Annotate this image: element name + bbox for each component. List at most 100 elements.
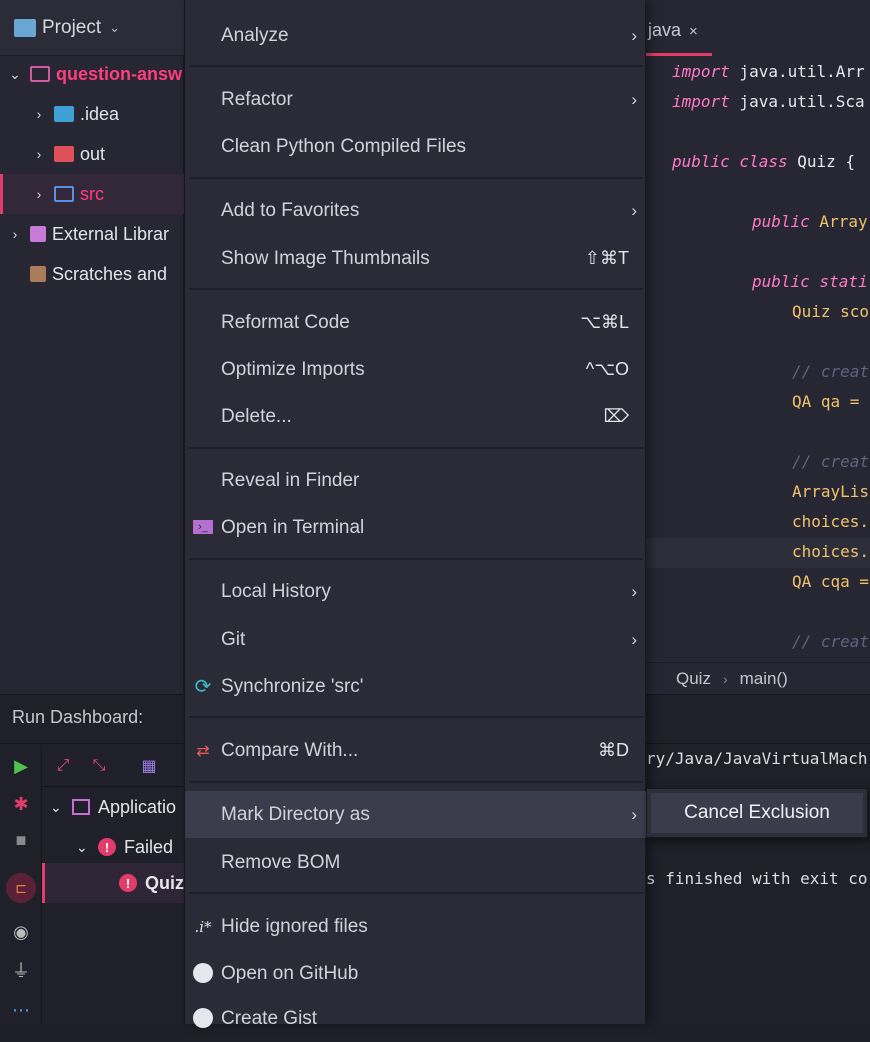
menu-item-local-history[interactable]: Local History › xyxy=(185,568,647,615)
menu-item-delete[interactable]: Delete... ⌦ xyxy=(185,393,647,440)
menu-item-reformat-code[interactable]: Reformat Code ⌥⌘L xyxy=(185,299,647,346)
run-tree-row-selected[interactable]: ! Quiz xyxy=(42,863,184,903)
source-folder-icon xyxy=(54,186,74,202)
code-line: public Array xyxy=(752,212,868,231)
code-editor[interactable]: java × import java.util.Arr import java.u… xyxy=(646,0,870,694)
run-side-toolbar: ▶ ✱ ■ ⊏ ◉ ⏚ ⋯ xyxy=(0,745,42,1025)
chevron-right-icon: › xyxy=(631,89,637,109)
chevron-right-icon: › xyxy=(631,804,637,824)
chevron-down-icon: ⌄ xyxy=(9,65,21,82)
chevron-right-icon: › xyxy=(631,200,637,220)
menu-item-optimize-imports[interactable]: Optimize Imports ^⌥O xyxy=(185,346,647,393)
folder-icon xyxy=(30,66,50,82)
code-line: import java.util.Arr xyxy=(672,62,865,81)
menu-item-open-in-terminal[interactable]: ›_ Open in Terminal xyxy=(185,504,647,551)
sync-icon: ⟳ xyxy=(194,676,212,698)
run-tree-row[interactable]: ⌄ Applicatio xyxy=(50,787,176,827)
editor-tab[interactable]: java × xyxy=(646,10,712,56)
run-icon[interactable]: ▶ xyxy=(10,755,32,777)
menu-item-analyze[interactable]: Analyze › xyxy=(185,12,647,59)
menu-item-create-gist[interactable]: Create Gist xyxy=(185,995,647,1042)
code-line: choices. xyxy=(792,512,870,531)
ignored-files-icon: .i* xyxy=(194,917,212,936)
compare-icon: ⇄ xyxy=(196,742,210,760)
code-comment: // creat xyxy=(792,632,870,651)
menu-item-synchronize[interactable]: ⟳ Synchronize 'src' xyxy=(185,663,647,710)
collapse-icon[interactable]: ⤡ xyxy=(88,755,110,777)
code-line: QA cqa = xyxy=(792,572,870,591)
project-view-selector[interactable]: Project ⌄ xyxy=(0,0,184,56)
chevron-right-icon: › xyxy=(36,106,42,122)
run-dashboard-title: Run Dashboard: xyxy=(12,707,144,727)
chevron-right-icon: › xyxy=(722,670,728,687)
test-tree-icon[interactable]: ⊏ xyxy=(6,873,36,903)
expand-icon[interactable]: ⤢ xyxy=(52,755,74,777)
tree-row-out[interactable]: › out xyxy=(0,134,184,174)
project-panel: Project ⌄ ⌄ question-answ › .idea › out … xyxy=(0,0,184,694)
menu-item-show-image-thumbnails[interactable]: Show Image Thumbnails ⇧⌘T xyxy=(185,235,647,282)
project-view-label: Project xyxy=(42,16,102,38)
shortcut: ⌥⌘L xyxy=(580,312,629,332)
menu-separator xyxy=(189,447,643,449)
menu-item-git[interactable]: Git › xyxy=(185,616,647,663)
debug-icon[interactable]: ✱ xyxy=(10,793,32,815)
menu-separator xyxy=(189,177,643,179)
github-icon xyxy=(193,963,213,983)
code-line: Quiz sco xyxy=(792,302,870,321)
menu-separator xyxy=(189,65,643,67)
code-line: ArrayLis xyxy=(792,482,870,501)
editor-tab-label: java xyxy=(648,20,682,40)
chevron-down-icon: ⌄ xyxy=(50,798,62,815)
menu-item-clean-python[interactable]: Clean Python Compiled Files xyxy=(185,123,647,170)
error-icon: ! xyxy=(119,874,137,892)
tree-row-idea[interactable]: › .idea xyxy=(0,94,184,134)
run-tree-label: Failed xyxy=(124,836,174,857)
tree-row-project-root[interactable]: ⌄ question-answ xyxy=(0,54,184,94)
close-icon[interactable]: × xyxy=(689,23,698,40)
code-line: public stati xyxy=(752,272,868,291)
breadcrumb-item[interactable]: main() xyxy=(740,669,788,689)
plug-icon[interactable]: ⏚ xyxy=(10,959,32,981)
console-line: ry/Java/JavaVirtualMach xyxy=(646,749,868,768)
menu-item-open-on-github[interactable]: Open on GitHub xyxy=(185,950,647,997)
chevron-right-icon: › xyxy=(36,146,42,162)
menu-item-reveal-in-finder[interactable]: Reveal in Finder xyxy=(185,457,647,504)
tree-label: .idea xyxy=(80,103,120,124)
breadcrumb-item[interactable]: Quiz xyxy=(676,669,711,689)
menu-item-add-to-favorites[interactable]: Add to Favorites › xyxy=(185,187,647,234)
run-tree-label: Applicatio xyxy=(98,796,177,817)
chevron-right-icon: › xyxy=(36,186,42,202)
menu-separator xyxy=(189,781,643,783)
menu-item-refactor[interactable]: Refactor › xyxy=(185,76,647,123)
group-icon[interactable]: ▦ xyxy=(138,755,160,777)
code-line: QA qa = xyxy=(792,392,860,411)
menu-item-compare-with[interactable]: ⇄ Compare With... ⌘D xyxy=(185,727,647,774)
tree-label: out xyxy=(80,143,106,164)
menu-item-cancel-exclusion[interactable]: Cancel Exclusion xyxy=(651,793,863,833)
menu-item-remove-bom[interactable]: Remove BOM xyxy=(185,839,647,886)
menu-separator xyxy=(189,716,643,718)
delete-key-icon: ⌦ xyxy=(603,406,629,426)
shortcut: ⇧⌘T xyxy=(584,248,629,268)
run-tree-row[interactable]: ⌄ ! Failed xyxy=(76,827,173,867)
github-icon xyxy=(193,1008,213,1028)
menu-item-hide-ignored-files[interactable]: .i* Hide ignored files xyxy=(185,903,647,950)
stop-icon[interactable]: ■ xyxy=(10,829,32,851)
shortcut: ^⌥O xyxy=(585,359,629,379)
tree-row-src[interactable]: › src xyxy=(0,174,184,214)
code-line: import java.util.Sca xyxy=(672,92,865,111)
scratches-icon xyxy=(30,266,46,282)
code-comment: // creat xyxy=(792,362,870,381)
menu-item-mark-directory-as[interactable]: Mark Directory as › xyxy=(185,791,647,838)
more-icon[interactable]: ⋯ xyxy=(10,999,32,1021)
tree-row-scratches[interactable]: Scratches and xyxy=(0,254,184,294)
camera-icon[interactable]: ◉ xyxy=(10,921,32,943)
tree-label: question-answ xyxy=(56,63,183,84)
tree-label: src xyxy=(80,183,104,204)
chevron-right-icon: › xyxy=(631,25,637,45)
tree-row-external-libraries[interactable]: › External Librar xyxy=(0,214,184,254)
breadcrumb: Quiz › main() xyxy=(646,662,870,694)
chevron-right-icon: › xyxy=(631,629,637,649)
context-menu: Analyze › Refactor › Clean Python Compiled… xyxy=(184,0,647,1029)
run-tree-label: Quiz xyxy=(145,872,184,893)
